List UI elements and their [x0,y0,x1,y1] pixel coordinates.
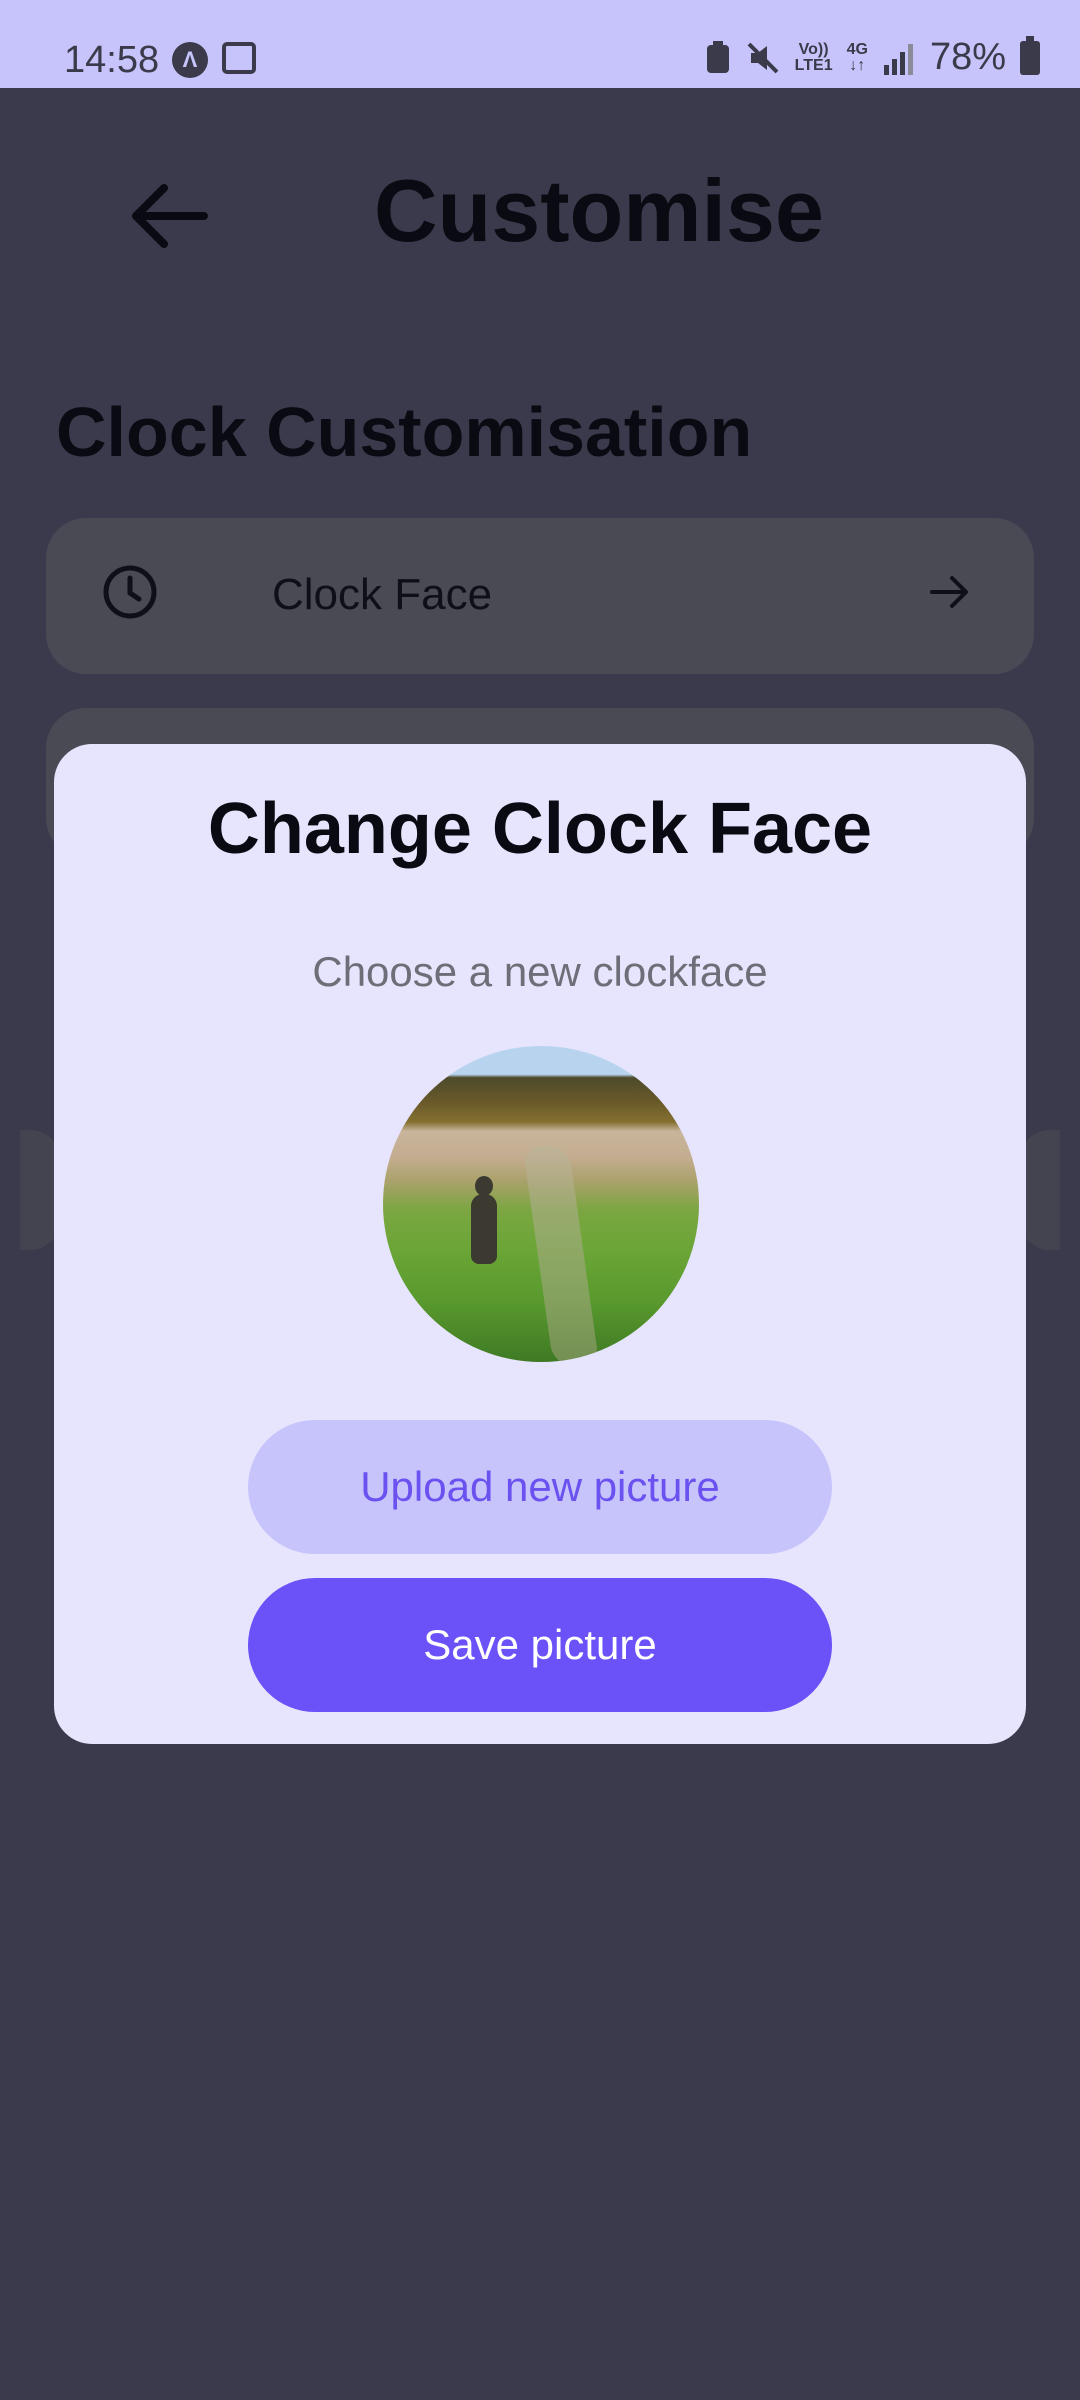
change-clock-face-dialog: Change Clock Face Choose a new clockface… [54,744,1026,1744]
signal-icon [883,43,913,75]
image-notification-icon [222,42,256,74]
battery-percent: 78% [929,36,1006,78]
status-bar: 14:58 Λ Vo)) LTE1 4G ↓↑ 78% [0,0,1080,88]
status-time: 14:58 [64,39,160,81]
network-type-icon: 4G ↓↑ [846,40,868,74]
arrow-right-icon [930,576,968,608]
mute-icon [747,42,779,73]
card-label: Clock Face [272,570,493,619]
save-picture-button[interactable]: Save picture [248,1578,832,1712]
clock-face-card[interactable]: Clock Face [46,518,1034,674]
settings-card-edge [1020,1130,1060,1250]
page-title: Customise [374,161,824,260]
volte-icon: Vo)) LTE1 [794,40,833,74]
battery-icon [1020,35,1040,75]
status-right-icons: Vo)) LTE1 4G ↓↑ 78% [705,35,1040,79]
section-title: Clock Customisation [56,393,753,471]
preview-path [522,1146,600,1362]
dialog-title: Change Clock Face [207,789,873,869]
clock-icon [103,565,157,619]
network-label: 4G [846,40,868,58]
preview-dog [471,1176,497,1264]
battery-saver-icon [706,40,729,73]
clock-face-preview [383,1046,699,1362]
upload-picture-button[interactable]: Upload new picture [248,1420,832,1554]
volte-label: Vo)) [798,40,829,58]
status-left-icons: Λ [172,42,256,78]
lte-label: LTE1 [794,56,833,74]
back-arrow-icon[interactable] [120,166,220,266]
dialog-subtitle: Choose a new clockface [312,948,768,995]
app-notification-icon: Λ [172,42,208,78]
